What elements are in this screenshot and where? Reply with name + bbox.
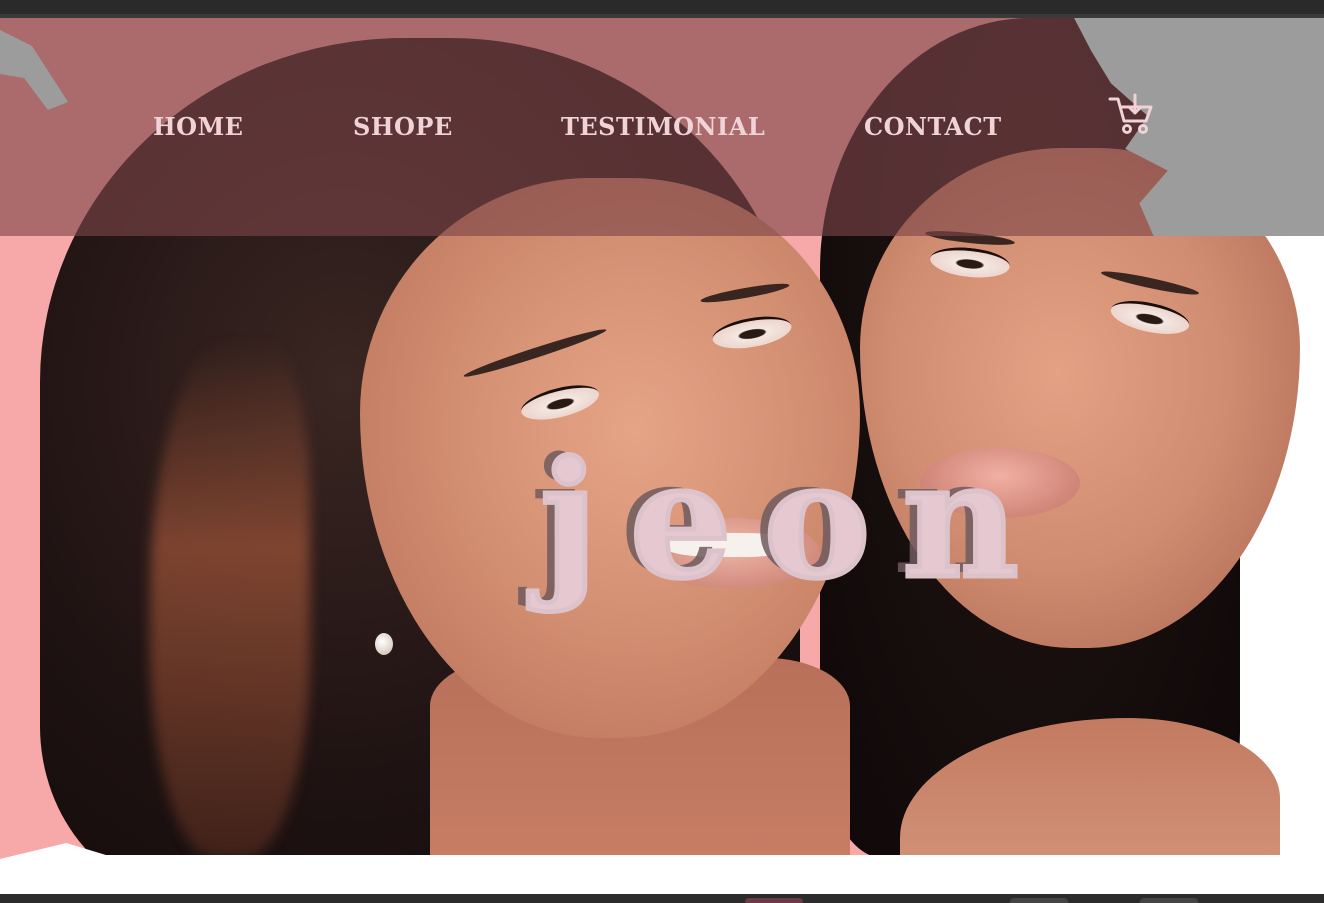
browser-bottom-bar [0,894,1324,903]
nav-testimonial-link[interactable]: TESTIMONIAL [561,112,765,141]
nav-shope-link[interactable]: SHOPE [353,112,453,141]
page: HOME SHOPE TESTIMONIAL CONTACT jeon [0,0,1324,903]
nav-contact-link[interactable]: CONTACT [864,112,1002,141]
browser-top-bar [0,0,1324,18]
nav-home-link[interactable]: HOME [153,112,243,141]
brand-title: jeon [538,424,1051,617]
shopping-cart-icon[interactable] [1108,93,1154,135]
taskbar-item [1140,898,1198,903]
hero-hair-highlight [150,338,310,858]
taskbar-item [745,898,803,903]
taskbar-item [1010,898,1068,903]
earring [375,633,393,655]
